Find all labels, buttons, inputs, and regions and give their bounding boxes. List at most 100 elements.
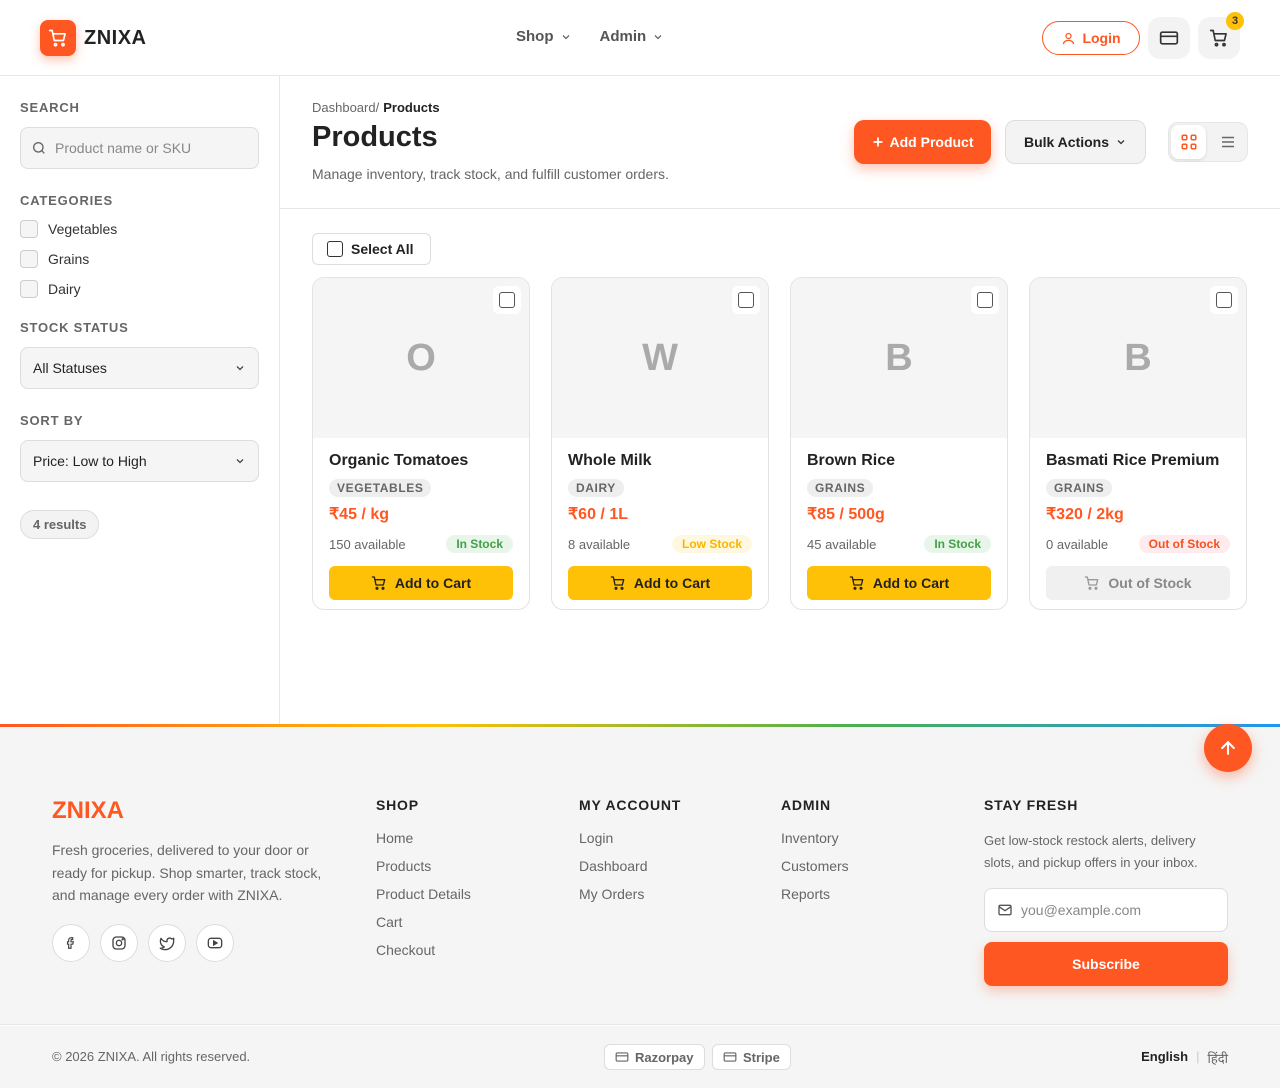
available-count: 8 available bbox=[568, 536, 631, 552]
footer-link-home[interactable]: Home bbox=[376, 830, 471, 847]
stock-row: 150 available In Stock bbox=[329, 534, 513, 554]
checkbox[interactable] bbox=[327, 241, 343, 257]
category-dairy[interactable]: Dairy bbox=[20, 280, 259, 298]
footer-link-customers[interactable]: Customers bbox=[781, 858, 849, 875]
select-all-button[interactable]: Select All bbox=[312, 233, 431, 265]
product-name[interactable]: Organic Tomatoes bbox=[329, 452, 513, 470]
product-name[interactable]: Whole Milk bbox=[568, 452, 752, 470]
search-field[interactable] bbox=[20, 127, 259, 169]
product-card[interactable]: W Whole Milk DAIRY ₹60 / 1L 8 available Low S… bbox=[551, 277, 769, 610]
footer-account-column: MY ACCOUNT Login Dashboard My Orders bbox=[579, 797, 681, 914]
breadcrumb-dashboard[interactable]: Dashboard bbox=[312, 100, 376, 115]
footer-link-my-orders[interactable]: My Orders bbox=[579, 886, 681, 903]
list-view-button[interactable] bbox=[1210, 125, 1245, 159]
product-price: ₹45 / kg bbox=[329, 506, 389, 523]
category-vegetables[interactable]: Vegetables bbox=[20, 220, 259, 238]
product-info: Basmati Rice Premium GRAINS ₹320 / 2kg 0 av… bbox=[1030, 438, 1246, 600]
add-to-cart-button: Out of Stock bbox=[1046, 566, 1230, 600]
lang-english[interactable]: English bbox=[1141, 1049, 1188, 1067]
page-header: Dashboard/Products Products Manage inven… bbox=[280, 76, 1280, 209]
product-info: Organic Tomatoes VEGETABLES ₹45 / kg 150 av… bbox=[313, 438, 529, 600]
product-name[interactable]: Basmati Rice Premium bbox=[1046, 452, 1230, 470]
product-price: ₹60 / 1L bbox=[568, 506, 628, 523]
newsletter-email-input[interactable] bbox=[1021, 902, 1211, 918]
footer-link-inventory[interactable]: Inventory bbox=[781, 830, 849, 847]
checkbox[interactable] bbox=[20, 220, 38, 238]
footer-link-reports[interactable]: Reports bbox=[781, 886, 849, 903]
cart-count-badge: 3 bbox=[1226, 12, 1244, 30]
product-select-checkbox[interactable] bbox=[971, 286, 999, 314]
main-content: Dashboard/Products Products Manage inven… bbox=[280, 76, 1280, 726]
brand-logo[interactable]: ZNIXA bbox=[40, 20, 147, 56]
social-links bbox=[52, 924, 234, 962]
instagram-link[interactable] bbox=[100, 924, 138, 962]
stock-row: 0 available Out of Stock bbox=[1046, 534, 1230, 554]
add-product-button[interactable]: Add Product bbox=[854, 120, 991, 164]
add-to-cart-button[interactable]: Add to Cart bbox=[329, 566, 513, 600]
grid-icon bbox=[1181, 134, 1196, 150]
payment-card-button[interactable] bbox=[1148, 17, 1190, 59]
product-card[interactable]: B Basmati Rice Premium GRAINS ₹320 / 2kg 0 a… bbox=[1029, 277, 1247, 610]
newsletter-email-field[interactable] bbox=[984, 888, 1228, 932]
plus-icon bbox=[873, 137, 882, 147]
category-grains[interactable]: Grains bbox=[20, 250, 259, 268]
payment-badge-stripe: Stripe bbox=[712, 1044, 791, 1070]
search-input[interactable] bbox=[55, 140, 245, 156]
credit-card-icon bbox=[1159, 31, 1179, 45]
category-label: Vegetables bbox=[48, 221, 118, 237]
lang-hindi[interactable]: हिंदी bbox=[1207, 1049, 1228, 1067]
product-initial: B bbox=[1124, 336, 1152, 379]
checkbox[interactable] bbox=[20, 280, 38, 298]
footer-link-dashboard[interactable]: Dashboard bbox=[579, 858, 681, 875]
product-grid: O Organic Tomatoes VEGETABLES ₹45 / kg 150 a… bbox=[312, 277, 1247, 610]
chevron-down-icon bbox=[562, 34, 569, 39]
footer-shop-column: SHOP Home Products Product Details Cart … bbox=[376, 797, 471, 970]
twitter-link[interactable] bbox=[148, 924, 186, 962]
footer-link-checkout[interactable]: Checkout bbox=[376, 942, 471, 959]
bulk-actions-button[interactable]: Bulk Actions bbox=[1005, 120, 1146, 164]
checkbox bbox=[738, 292, 754, 308]
footer-link-product-details[interactable]: Product Details bbox=[376, 886, 471, 903]
add-to-cart-button[interactable]: Add to Cart bbox=[568, 566, 752, 600]
product-category-badge: DAIRY bbox=[568, 479, 624, 497]
cart-button[interactable]: 3 bbox=[1198, 12, 1244, 59]
footer-account-title: MY ACCOUNT bbox=[579, 797, 682, 813]
footer-link-products[interactable]: Products bbox=[376, 858, 471, 875]
product-price: ₹85 / 500g bbox=[807, 506, 885, 523]
youtube-link[interactable] bbox=[196, 924, 234, 962]
grid-view-button[interactable] bbox=[1171, 125, 1206, 159]
nav-shop-label: Shop bbox=[516, 28, 554, 45]
footer-newsletter-column: STAY FRESH Get low-stock restock alerts,… bbox=[984, 797, 1228, 986]
mail-icon bbox=[998, 904, 1012, 916]
search-icon bbox=[33, 142, 45, 154]
nav-shop[interactable]: Shop bbox=[516, 28, 572, 45]
sort-value: Price: Low to High bbox=[33, 453, 147, 469]
footer-admin-column: ADMIN Inventory Customers Reports bbox=[781, 797, 849, 914]
sort-heading: SORT BY bbox=[20, 413, 84, 428]
footer-link-login[interactable]: Login bbox=[579, 830, 681, 847]
checkbox bbox=[977, 292, 993, 308]
product-select-checkbox[interactable] bbox=[732, 286, 760, 314]
product-card[interactable]: B Brown Rice GRAINS ₹85 / 500g 45 available I… bbox=[790, 277, 1008, 610]
facebook-link[interactable] bbox=[52, 924, 90, 962]
category-label: Grains bbox=[48, 251, 90, 267]
product-initial: W bbox=[642, 336, 678, 379]
footer-link-cart[interactable]: Cart bbox=[376, 914, 471, 931]
product-select-checkbox[interactable] bbox=[1210, 286, 1238, 314]
product-name[interactable]: Brown Rice bbox=[807, 452, 991, 470]
cart-icon bbox=[371, 576, 386, 590]
breadcrumb-current: Products bbox=[383, 100, 440, 115]
nav-admin-label: Admin bbox=[599, 28, 647, 45]
login-button[interactable]: Login bbox=[1042, 21, 1140, 55]
product-card[interactable]: O Organic Tomatoes VEGETABLES ₹45 / kg 150 a… bbox=[312, 277, 530, 610]
stock-status-select[interactable]: All Statuses bbox=[20, 347, 259, 389]
scroll-to-top-button[interactable] bbox=[1204, 724, 1252, 772]
sort-select[interactable]: Price: Low to High bbox=[20, 440, 259, 482]
product-select-checkbox[interactable] bbox=[493, 286, 521, 314]
subscribe-button[interactable]: Subscribe bbox=[984, 942, 1228, 986]
chevron-down-icon bbox=[236, 366, 244, 371]
nav-admin[interactable]: Admin bbox=[600, 28, 665, 45]
page-subtitle: Manage inventory, track stock, and fulfi… bbox=[312, 166, 669, 182]
add-to-cart-button[interactable]: Add to Cart bbox=[807, 566, 991, 600]
checkbox[interactable] bbox=[20, 250, 38, 268]
